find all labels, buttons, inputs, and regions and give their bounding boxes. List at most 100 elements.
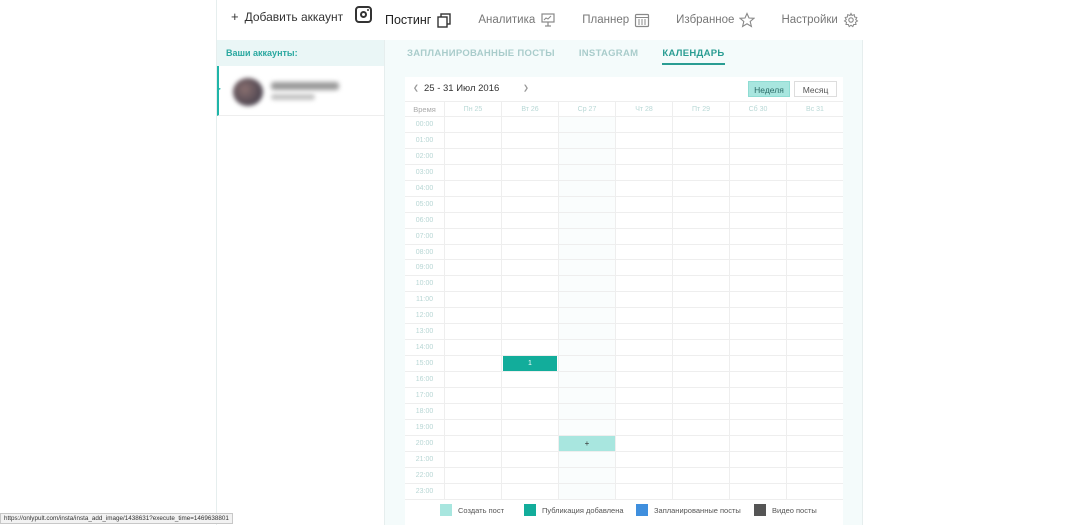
time-slot[interactable]: [501, 228, 558, 244]
time-slot[interactable]: [501, 451, 558, 467]
time-slot[interactable]: [501, 403, 558, 419]
time-slot[interactable]: [672, 228, 729, 244]
time-slot[interactable]: [501, 387, 558, 403]
time-slot[interactable]: [786, 372, 843, 387]
time-slot[interactable]: [444, 196, 501, 212]
time-slot[interactable]: [501, 324, 558, 340]
time-slot[interactable]: [615, 340, 672, 356]
time-slot[interactable]: [729, 292, 786, 308]
time-slot[interactable]: [729, 244, 786, 260]
time-slot[interactable]: [615, 117, 672, 132]
time-slot[interactable]: [729, 148, 786, 164]
instagram-icon[interactable]: [355, 6, 372, 23]
time-slot[interactable]: [501, 196, 558, 212]
time-slot[interactable]: [615, 483, 672, 499]
time-slot[interactable]: [501, 372, 558, 387]
time-slot[interactable]: [672, 132, 729, 148]
nav-planner[interactable]: Планнер: [582, 0, 650, 40]
tab-calendar[interactable]: КАЛЕНДАРЬ: [662, 48, 725, 65]
time-slot[interactable]: [615, 164, 672, 180]
time-slot[interactable]: [615, 435, 672, 451]
time-slot[interactable]: [444, 260, 501, 276]
time-slot[interactable]: [672, 180, 729, 196]
time-slot[interactable]: [729, 180, 786, 196]
time-slot[interactable]: [558, 356, 615, 371]
time-slot[interactable]: [786, 132, 843, 148]
time-slot[interactable]: [615, 308, 672, 324]
time-slot[interactable]: [444, 164, 501, 180]
time-slot[interactable]: [501, 148, 558, 164]
time-slot[interactable]: [729, 451, 786, 467]
time-slot[interactable]: [615, 180, 672, 196]
time-slot[interactable]: [786, 148, 843, 164]
time-slot[interactable]: [444, 451, 501, 467]
time-slot[interactable]: [729, 308, 786, 324]
time-slot[interactable]: [672, 372, 729, 387]
account-item[interactable]: ▸: [217, 66, 384, 116]
time-slot[interactable]: [729, 324, 786, 340]
time-slot[interactable]: [672, 467, 729, 483]
time-slot[interactable]: [615, 387, 672, 403]
time-slot[interactable]: [558, 164, 615, 180]
time-slot[interactable]: [501, 260, 558, 276]
nav-analytics[interactable]: Аналитика: [478, 0, 556, 40]
time-slot[interactable]: [444, 324, 501, 340]
time-slot[interactable]: [558, 308, 615, 324]
time-slot[interactable]: [558, 148, 615, 164]
time-slot[interactable]: [786, 403, 843, 419]
time-slot[interactable]: [444, 356, 501, 371]
time-slot[interactable]: [672, 117, 729, 132]
tab-scheduled-posts[interactable]: ЗАПЛАНИРОВАННЫЕ ПОСТЫ: [407, 48, 555, 65]
time-slot[interactable]: [786, 387, 843, 403]
time-slot[interactable]: [615, 276, 672, 292]
time-slot[interactable]: [501, 467, 558, 483]
time-slot[interactable]: [444, 483, 501, 499]
time-slot[interactable]: [615, 403, 672, 419]
time-slot[interactable]: [558, 403, 615, 419]
chevron-right-icon[interactable]: ❯: [523, 84, 529, 92]
time-slot[interactable]: [786, 196, 843, 212]
time-slot[interactable]: [786, 212, 843, 228]
time-slot[interactable]: [729, 164, 786, 180]
time-slot[interactable]: [558, 228, 615, 244]
time-slot[interactable]: [672, 387, 729, 403]
time-slot[interactable]: [501, 276, 558, 292]
time-slot[interactable]: [558, 244, 615, 260]
time-slot[interactable]: [672, 483, 729, 499]
time-slot[interactable]: [615, 244, 672, 260]
time-slot[interactable]: [558, 132, 615, 148]
time-slot[interactable]: [558, 276, 615, 292]
time-slot[interactable]: [444, 419, 501, 435]
time-slot[interactable]: [615, 324, 672, 340]
time-slot[interactable]: [615, 260, 672, 276]
time-slot[interactable]: [786, 180, 843, 196]
time-slot[interactable]: [501, 164, 558, 180]
time-slot[interactable]: [729, 212, 786, 228]
time-slot[interactable]: [615, 292, 672, 308]
time-slot[interactable]: [444, 132, 501, 148]
time-slot[interactable]: [615, 467, 672, 483]
time-slot[interactable]: [729, 276, 786, 292]
time-slot[interactable]: [672, 435, 729, 451]
time-slot[interactable]: [786, 260, 843, 276]
time-slot[interactable]: [672, 403, 729, 419]
tab-instagram[interactable]: INSTAGRAM: [579, 48, 639, 65]
time-slot[interactable]: 1: [501, 356, 558, 371]
time-slot[interactable]: [786, 228, 843, 244]
time-slot[interactable]: [558, 196, 615, 212]
time-slot[interactable]: [786, 340, 843, 356]
time-slot[interactable]: [729, 435, 786, 451]
time-slot[interactable]: [501, 435, 558, 451]
time-slot[interactable]: [501, 419, 558, 435]
time-slot[interactable]: [615, 372, 672, 387]
time-slot[interactable]: [501, 212, 558, 228]
time-slot[interactable]: [501, 308, 558, 324]
time-slot[interactable]: [786, 308, 843, 324]
time-slot[interactable]: [444, 228, 501, 244]
time-slot[interactable]: [444, 340, 501, 356]
time-slot[interactable]: [501, 132, 558, 148]
time-slot[interactable]: [672, 451, 729, 467]
time-slot[interactable]: [786, 324, 843, 340]
time-slot[interactable]: [501, 180, 558, 196]
time-slot[interactable]: [558, 292, 615, 308]
